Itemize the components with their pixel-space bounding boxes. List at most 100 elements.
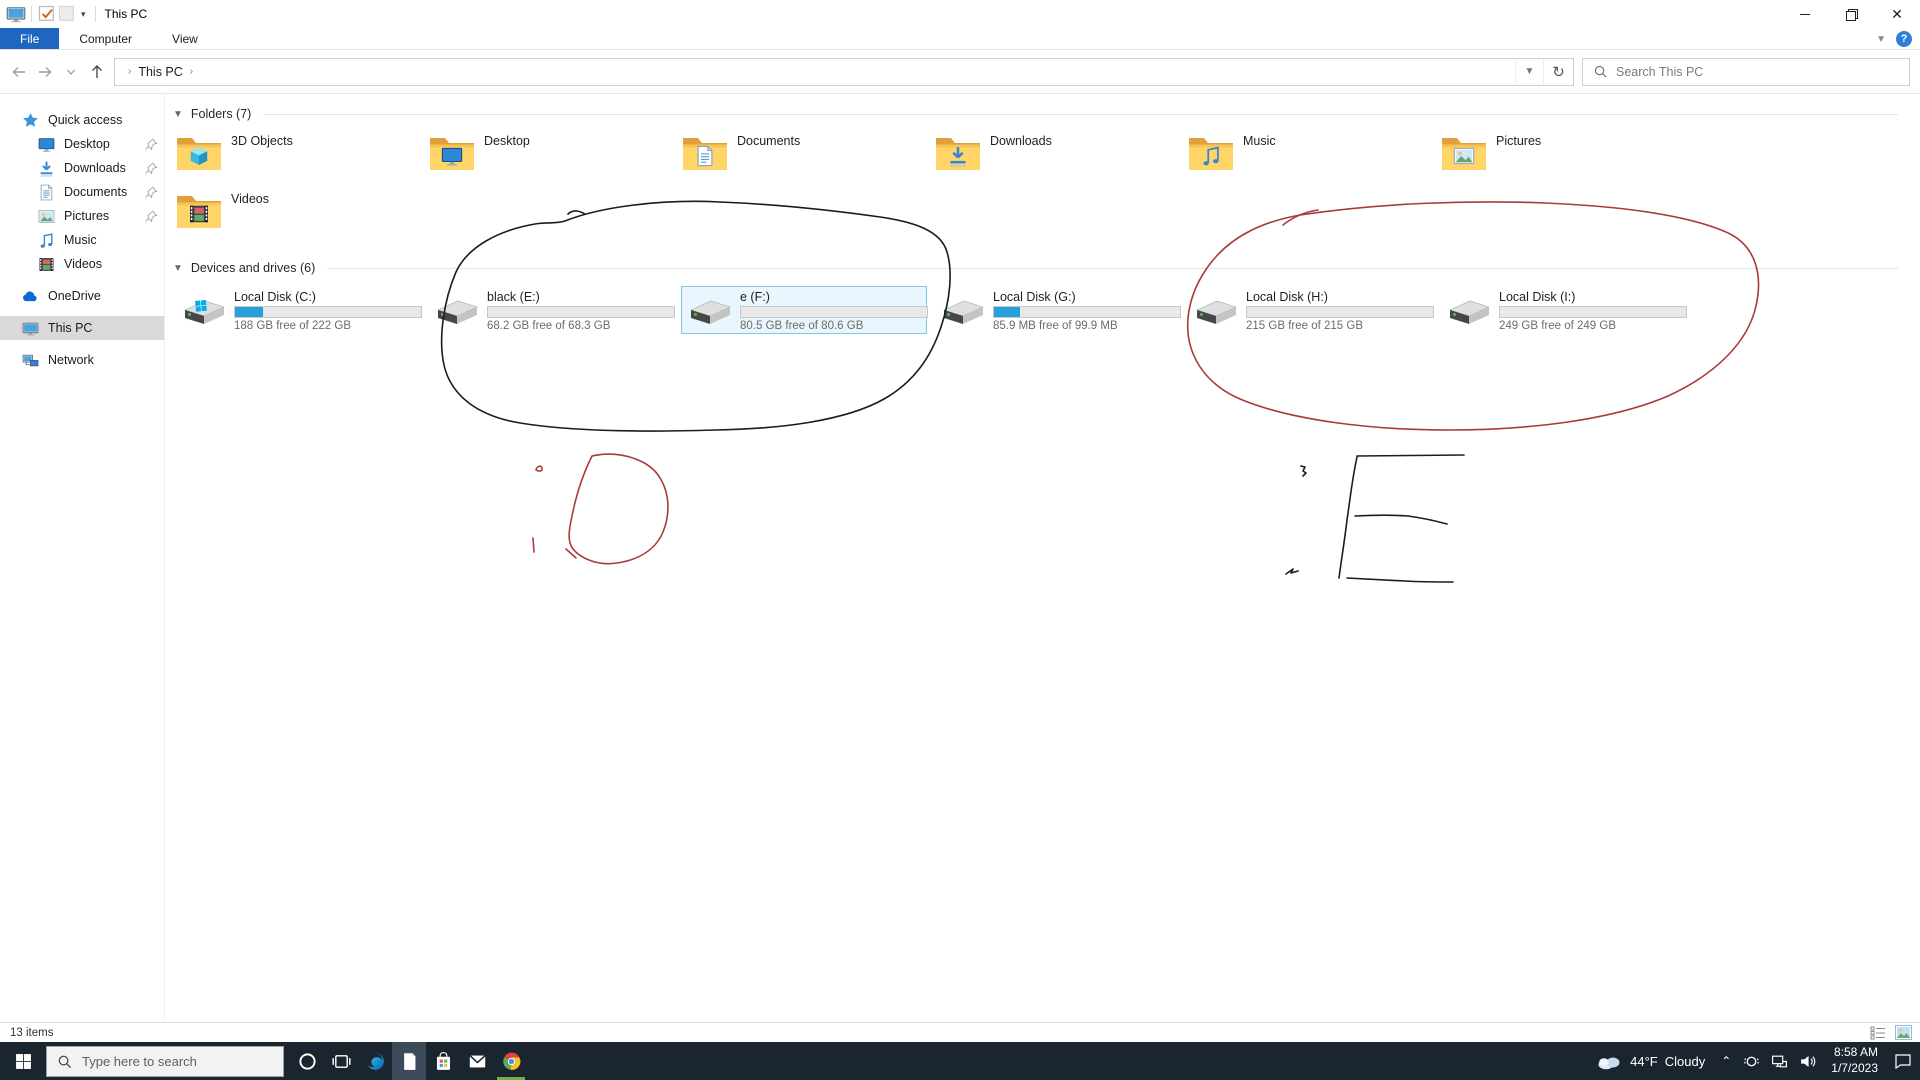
close-button[interactable]: ✕ (1874, 0, 1920, 28)
action-center-icon[interactable] (1890, 1042, 1916, 1080)
folder-tile-documents[interactable]: Documents (681, 132, 934, 184)
menu-tab-computer[interactable]: Computer (59, 28, 152, 49)
drive-free-space: 85.9 MB free of 99.9 MB (993, 320, 1118, 332)
drive-tile-local-disk-h[interactable]: Local Disk (H:) 215 GB free of 215 GB (1187, 286, 1434, 334)
capacity-bar (1246, 306, 1434, 318)
taskbar-app-notepad-icon[interactable] (392, 1042, 426, 1080)
sidebar-item-quick-access[interactable]: Quick access (0, 108, 164, 132)
folder-tile-videos[interactable]: Videos (175, 190, 428, 242)
folder-tile-3d-objects[interactable]: 3D Objects (175, 132, 428, 184)
back-button[interactable] (6, 59, 32, 85)
address-bar[interactable]: › This PC › ▼ ↻ (114, 57, 1574, 91)
system-tray: 44°F Cloudy ⌃ 8:58 AM 1/7/2023 (1596, 1042, 1920, 1080)
folders-grid: 3D Objects Desktop Documents Downloads Music… (175, 132, 1912, 242)
group-header-folders[interactable]: ▼ Folders (7) (173, 104, 1912, 124)
start-button[interactable] (0, 1042, 46, 1080)
volume-icon[interactable] (1799, 1053, 1816, 1070)
drive-free-space: 68.2 GB free of 68.3 GB (487, 320, 611, 332)
hard-drive-icon (940, 295, 986, 333)
taskbar-weather-widget[interactable]: 44°F Cloudy (1596, 1053, 1705, 1070)
taskbar-app-chrome-icon[interactable] (494, 1042, 528, 1080)
download-icon (38, 160, 55, 177)
pin-icon (145, 210, 158, 223)
sidebar-item-documents[interactable]: Documents (0, 180, 164, 204)
sidebar-item-label: Videos (64, 257, 102, 271)
sidebar-item-label: Desktop (64, 137, 110, 151)
folder-icon (1187, 132, 1235, 174)
network-icon (22, 352, 39, 369)
menu-tab-file[interactable]: File (0, 28, 60, 49)
taskbar-app-mail-icon[interactable] (460, 1042, 494, 1080)
sidebar-item-this-pc[interactable]: This PC (0, 316, 164, 340)
taskbar-app-cortana-icon[interactable] (290, 1042, 324, 1080)
taskbar-apps (290, 1042, 528, 1080)
refresh-icon[interactable]: ↻ (1543, 58, 1573, 85)
taskbar-app-store-icon[interactable] (426, 1042, 460, 1080)
breadcrumb-separator: › (128, 66, 132, 77)
folder-icon (428, 132, 476, 174)
sidebar-item-pictures[interactable]: Pictures (0, 204, 164, 228)
expand-ribbon-chevron-icon[interactable]: ▼ (1876, 34, 1886, 45)
sidebar-item-desktop[interactable]: Desktop (0, 132, 164, 156)
taskbar-search-input[interactable] (82, 1053, 283, 1069)
sidebar-item-label: Quick access (48, 113, 123, 127)
network-status-icon[interactable] (1771, 1053, 1788, 1070)
sidebar-item-label: OneDrive (48, 289, 101, 303)
folder-name: Downloads (990, 134, 1052, 148)
help-icon[interactable]: ? (1896, 31, 1912, 47)
show-hidden-icons-chevron-icon[interactable]: ⌃ (1721, 1054, 1731, 1068)
meet-now-icon[interactable] (1743, 1053, 1760, 1070)
drive-name: e (F:) (740, 290, 770, 304)
pin-icon (145, 162, 158, 175)
forward-button[interactable] (32, 59, 58, 85)
qat-newfolder-icon[interactable] (57, 5, 77, 23)
film-icon (188, 203, 210, 225)
search-icon (58, 1055, 72, 1068)
sidebar-item-videos[interactable]: Videos (0, 252, 164, 276)
qat-properties-icon[interactable] (37, 5, 57, 23)
up-button[interactable] (84, 59, 110, 85)
minimize-button[interactable] (1782, 0, 1828, 28)
file-explorer-window: ▾ This PC ✕ File Computer View ▼ ? › This … (0, 0, 1920, 1080)
restore-button[interactable] (1828, 0, 1874, 28)
explorer-search-input[interactable] (1616, 64, 1909, 79)
hard-drive-icon (434, 295, 480, 333)
menu-tab-view[interactable]: View (152, 28, 218, 49)
collapse-chevron-icon[interactable]: ▼ (173, 263, 183, 274)
drives-grid: Local Disk (C:) 188 GB free of 222 GB blac… (175, 286, 1912, 334)
explorer-search-box[interactable] (1582, 57, 1910, 86)
taskbar-app-task-view-icon[interactable] (324, 1042, 358, 1080)
sidebar-item-label: Downloads (64, 161, 126, 175)
drive-tile-black-e[interactable]: black (E:) 68.2 GB free of 68.3 GB (428, 286, 675, 334)
large-icons-view-icon[interactable] (1895, 1025, 1912, 1040)
folder-tile-desktop[interactable]: Desktop (428, 132, 681, 184)
recent-locations-chevron-icon[interactable] (58, 59, 84, 85)
sidebar-item-music[interactable]: Music (0, 228, 164, 252)
details-view-icon[interactable] (1870, 1025, 1887, 1040)
sidebar-item-label: Documents (64, 185, 128, 199)
navigation-pane: Quick access Desktop Downloads Documents Pic… (0, 94, 164, 1022)
collapse-chevron-icon[interactable]: ▼ (173, 109, 183, 120)
sidebar-item-onedrive[interactable]: OneDrive (0, 284, 164, 308)
sidebar-item-network[interactable]: Network (0, 348, 164, 372)
search-icon (1594, 65, 1607, 78)
drive-tile-local-disk-c[interactable]: Local Disk (C:) 188 GB free of 222 GB (175, 286, 422, 334)
drive-tile-local-disk-g[interactable]: Local Disk (G:) 85.9 MB free of 99.9 MB (934, 286, 1181, 334)
breadcrumb-this-pc[interactable]: This PC (138, 65, 182, 79)
folder-tile-pictures[interactable]: Pictures (1440, 132, 1693, 184)
address-dropdown-chevron-icon[interactable]: ▼ (1515, 58, 1543, 85)
pin-icon (145, 138, 158, 151)
clock-date: 1/7/2023 (1831, 1061, 1878, 1075)
taskbar-search-box[interactable] (46, 1045, 284, 1077)
group-header-devices[interactable]: ▼ Devices and drives (6) (173, 258, 1912, 278)
drive-tile-local-disk-i[interactable]: Local Disk (I:) 249 GB free of 249 GB (1440, 286, 1687, 334)
taskbar-app-edge-icon[interactable] (358, 1042, 392, 1080)
qat-customize-chevron-icon[interactable]: ▾ (77, 9, 90, 20)
drive-tile-e-f[interactable]: e (F:) 80.5 GB free of 80.6 GB (681, 286, 928, 334)
taskbar-clock[interactable]: 8:58 AM 1/7/2023 (1831, 1045, 1878, 1076)
sidebar-item-downloads[interactable]: Downloads (0, 156, 164, 180)
folder-icon (175, 190, 223, 232)
folder-tile-downloads[interactable]: Downloads (934, 132, 1187, 184)
folder-tile-music[interactable]: Music (1187, 132, 1440, 184)
divider (94, 6, 96, 22)
